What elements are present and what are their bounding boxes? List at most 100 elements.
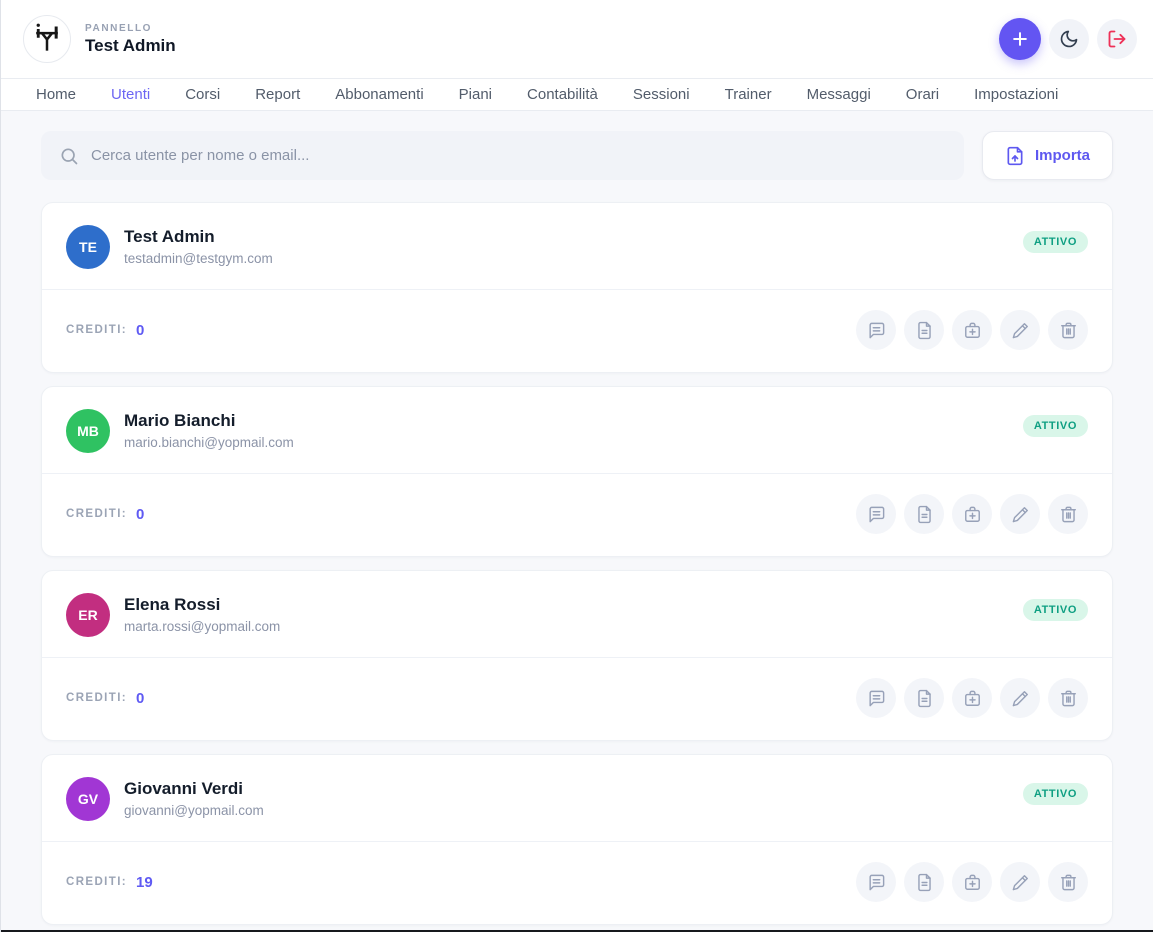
file-upload-icon [1005,146,1025,166]
theme-toggle-button[interactable] [1049,19,1089,59]
user-card-header: TE Test Admin testadmin@testgym.com ATTI… [42,203,1112,289]
pencil-icon [1011,505,1030,524]
user-list: TE Test Admin testadmin@testgym.com ATTI… [41,202,1113,925]
user-card-footer: CREDITI: 0 [42,474,1112,556]
user-identity: Giovanni Verdi giovanni@yopmail.com [124,777,264,818]
document-button[interactable] [904,310,944,350]
gym-logo [23,15,71,63]
edit-button[interactable] [1000,678,1040,718]
nav-item-abbonamenti[interactable]: Abbonamenti [335,86,423,103]
edit-button[interactable] [1000,310,1040,350]
credits-value: 0 [136,322,144,339]
avatar: ER [66,593,110,637]
nav-item-utenti[interactable]: Utenti [111,86,150,103]
panel-eyebrow: PANNELLO [85,23,176,34]
card-actions [856,678,1088,718]
status-badge: ATTIVO [1023,783,1088,805]
card-actions [856,862,1088,902]
message-button[interactable] [856,494,896,534]
credits: CREDITI: 0 [66,506,144,523]
logout-button[interactable] [1097,19,1137,59]
nav-item-home[interactable]: Home [36,86,76,103]
user-card: TE Test Admin testadmin@testgym.com ATTI… [41,202,1113,373]
logout-icon [1107,29,1127,49]
search-input[interactable] [91,147,946,164]
delete-button[interactable] [1048,494,1088,534]
search-box [41,131,964,180]
document-icon [915,689,934,708]
user-identity: Elena Rossi marta.rossi@yopmail.com [124,593,280,634]
medical-bag-plus-icon [963,873,982,892]
search-icon [59,146,79,166]
delete-button[interactable] [1048,862,1088,902]
avatar: MB [66,409,110,453]
delete-button[interactable] [1048,678,1088,718]
credits-label: CREDITI: [66,876,127,888]
add-package-button[interactable] [952,494,992,534]
pencil-icon [1011,689,1030,708]
nav-item-report[interactable]: Report [255,86,300,103]
delete-button[interactable] [1048,310,1088,350]
avatar: GV [66,777,110,821]
nav-item-corsi[interactable]: Corsi [185,86,220,103]
toolbar: Importa [41,131,1113,180]
document-button[interactable] [904,862,944,902]
nav-item-piani[interactable]: Piani [459,86,492,103]
credits: CREDITI: 0 [66,322,144,339]
chat-icon [867,505,886,524]
user-email: mario.bianchi@yopmail.com [124,435,294,450]
brand: PANNELLO Test Admin [23,15,176,63]
user-identity: Test Admin testadmin@testgym.com [124,225,273,266]
user-card-header: GV Giovanni Verdi giovanni@yopmail.com A… [42,755,1112,841]
message-button[interactable] [856,310,896,350]
header: PANNELLO Test Admin [1,0,1153,78]
avatar: TE [66,225,110,269]
user-card-header: ER Elena Rossi marta.rossi@yopmail.com A… [42,571,1112,657]
medical-bag-plus-icon [963,505,982,524]
edit-button[interactable] [1000,862,1040,902]
user-card: MB Mario Bianchi mario.bianchi@yopmail.c… [41,386,1113,557]
nav-item-messaggi[interactable]: Messaggi [807,86,871,103]
import-button[interactable]: Importa [982,131,1113,180]
user-name: Test Admin [124,225,273,247]
status-badge: ATTIVO [1023,599,1088,621]
header-actions [999,18,1137,60]
credits-value: 19 [136,874,153,891]
add-package-button[interactable] [952,862,992,902]
trash-icon [1059,321,1078,340]
card-actions [856,310,1088,350]
nav-item-sessioni[interactable]: Sessioni [633,86,690,103]
trash-icon [1059,873,1078,892]
nav-item-orari[interactable]: Orari [906,86,939,103]
add-package-button[interactable] [952,310,992,350]
document-icon [915,321,934,340]
user-card-footer: CREDITI: 0 [42,290,1112,372]
credits-value: 0 [136,506,144,523]
document-icon [915,873,934,892]
barbell-icon [27,19,67,59]
user-card-footer: CREDITI: 0 [42,658,1112,740]
nav-item-contabilit[interactable]: Contabilità [527,86,598,103]
status-badge: ATTIVO [1023,415,1088,437]
main-nav: Home Utenti Corsi Report Abbonamenti Pia… [1,78,1153,111]
edit-button[interactable] [1000,494,1040,534]
main-content: Importa TE Test Admin testadmin@testgym.… [1,111,1153,925]
message-button[interactable] [856,678,896,718]
user-email: giovanni@yopmail.com [124,803,264,818]
credits-label: CREDITI: [66,508,127,520]
user-card-footer: CREDITI: 19 [42,842,1112,924]
add-user-button[interactable] [999,18,1041,60]
document-button[interactable] [904,494,944,534]
user-card-header: MB Mario Bianchi mario.bianchi@yopmail.c… [42,387,1112,473]
user-email: testadmin@testgym.com [124,251,273,266]
pencil-icon [1011,873,1030,892]
document-icon [915,505,934,524]
pencil-icon [1011,321,1030,340]
message-button[interactable] [856,862,896,902]
document-button[interactable] [904,678,944,718]
user-name: Giovanni Verdi [124,777,264,799]
nav-item-trainer[interactable]: Trainer [725,86,772,103]
user-card: GV Giovanni Verdi giovanni@yopmail.com A… [41,754,1113,925]
nav-item-impostazioni[interactable]: Impostazioni [974,86,1058,103]
add-package-button[interactable] [952,678,992,718]
